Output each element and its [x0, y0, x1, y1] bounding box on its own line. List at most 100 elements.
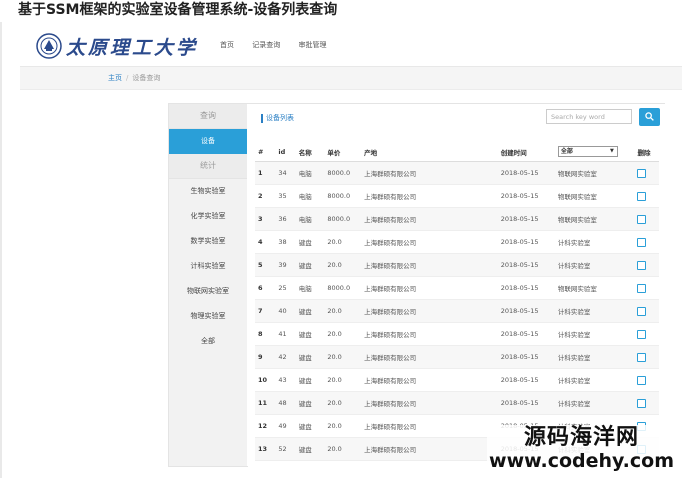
sidebar-header-stats: 统计 — [169, 154, 247, 179]
page-heading: 基于SSM框架的实验室设备管理系统-设备列表查询 — [18, 2, 338, 18]
university-emblem-icon — [36, 33, 62, 59]
sidebar-item-biology-lab[interactable]: 生物实验室 — [169, 179, 247, 204]
dropdown-arrow-icon: ▼ — [610, 148, 614, 154]
delete-checkbox[interactable] — [637, 214, 647, 224]
cell-origin: 上海群硕有限公司 — [361, 368, 498, 392]
cell-lab: 物联网实验室 — [554, 276, 635, 300]
cell-price: 20.0 — [324, 368, 362, 392]
cell-price: 8000.0 — [324, 184, 362, 208]
sidebar-item-physics-lab[interactable]: 物理实验室 — [169, 304, 247, 329]
cell-id: 39 — [275, 253, 296, 277]
delete-checkbox[interactable] — [637, 283, 647, 293]
cell-price: 20.0 — [324, 437, 362, 461]
nav-record-query[interactable]: 记录查询 — [252, 41, 280, 49]
cell-created: 2018-05-15 — [497, 322, 555, 346]
sidebar-item-chemistry-lab[interactable]: 化学实验室 — [169, 204, 247, 229]
cell-lab: 计科实验室 — [554, 253, 635, 277]
delete-checkbox[interactable] — [637, 168, 647, 178]
cell-created: 2018-05-15 — [497, 276, 555, 300]
cell-price: 20.0 — [324, 299, 362, 323]
cell-price: 8000.0 — [324, 161, 362, 185]
cell-price: 20.0 — [324, 345, 362, 369]
cell-name: 键盘 — [295, 345, 325, 369]
cell-index: 7 — [255, 299, 276, 323]
cell-name: 键盘 — [295, 253, 325, 277]
cell-id: 41 — [275, 322, 296, 346]
cell-delete — [634, 184, 659, 208]
cell-price: 8000.0 — [324, 276, 362, 300]
cell-id: 48 — [275, 391, 296, 415]
cell-index: 13 — [255, 437, 276, 461]
cell-origin: 上海群硕有限公司 — [361, 276, 498, 300]
delete-checkbox[interactable] — [637, 237, 647, 247]
breadcrumb-separator: / — [126, 74, 129, 82]
cell-id: 49 — [275, 414, 296, 438]
table-row: 7 40 键盘 20.0 上海群硕有限公司 2018-05-15 计科实验室 — [255, 299, 659, 323]
table-row: 9 42 键盘 20.0 上海群硕有限公司 2018-05-15 计科实验室 — [255, 345, 659, 369]
lab-filter-select[interactable]: 全部 ▼ — [557, 146, 618, 157]
col-lab: 全部 ▼ — [554, 142, 635, 162]
lab-filter-value: 全部 — [560, 148, 573, 155]
sidebar: 查询 设备 统计 生物实验室 化学实验室 数学实验室 计科实验室 物联网实验室 … — [168, 103, 248, 467]
cell-id: 36 — [275, 207, 296, 231]
col-origin: 产地 — [361, 142, 498, 162]
cell-origin: 上海群硕有限公司 — [361, 230, 498, 254]
sidebar-item-equipment[interactable]: 设备 — [169, 129, 247, 154]
cell-name: 键盘 — [295, 414, 325, 438]
watermark-url: www.codehy.com — [489, 450, 674, 472]
sidebar-item-all[interactable]: 全部 — [169, 329, 247, 354]
top-nav: 首页 记录查询 审批管理 — [220, 40, 342, 50]
cell-created: 2018-05-15 — [497, 230, 555, 254]
cell-lab: 物联网实验室 — [554, 161, 635, 185]
cell-delete — [634, 230, 659, 254]
cell-delete — [634, 207, 659, 231]
table-row: 8 41 键盘 20.0 上海群硕有限公司 2018-05-15 计科实验室 — [255, 322, 659, 346]
nav-home[interactable]: 首页 — [220, 41, 234, 49]
sidebar-item-cs-lab[interactable]: 计科实验室 — [169, 254, 247, 279]
cell-name: 键盘 — [295, 230, 325, 254]
delete-checkbox[interactable] — [637, 306, 647, 316]
cell-origin: 上海群硕有限公司 — [361, 345, 498, 369]
col-delete: 删除 — [634, 142, 659, 162]
cell-name: 键盘 — [295, 391, 325, 415]
nav-approval[interactable]: 审批管理 — [298, 41, 326, 49]
delete-checkbox[interactable] — [637, 260, 647, 270]
equipment-table: # id 名称 单价 产地 创建时间 全部 ▼ 删除 1 34 电脑 8000.0 上海群… — [255, 142, 659, 461]
delete-checkbox[interactable] — [637, 398, 647, 408]
breadcrumb-current: 设备查询 — [132, 74, 161, 82]
cell-lab: 计科实验室 — [554, 391, 635, 415]
search-input[interactable] — [546, 109, 632, 124]
sidebar-item-math-lab[interactable]: 数学实验室 — [169, 229, 247, 254]
cell-index: 11 — [255, 391, 276, 415]
cell-created: 2018-05-15 — [497, 345, 555, 369]
cell-name: 电脑 — [295, 207, 325, 231]
cell-lab: 计科实验室 — [554, 230, 635, 254]
search-icon — [645, 112, 654, 121]
cell-delete — [634, 299, 659, 323]
cell-index: 3 — [255, 207, 276, 231]
search-button[interactable] — [639, 108, 660, 126]
col-created: 创建时间 — [497, 142, 555, 162]
delete-checkbox[interactable] — [637, 191, 647, 201]
page-left-rule — [0, 22, 2, 478]
delete-checkbox[interactable] — [637, 375, 647, 385]
cell-price: 20.0 — [324, 253, 362, 277]
cell-origin: 上海群硕有限公司 — [361, 322, 498, 346]
table-row: 3 36 电脑 8000.0 上海群硕有限公司 2018-05-15 物联网实验室 — [255, 207, 659, 231]
cell-name: 键盘 — [295, 322, 325, 346]
delete-checkbox[interactable] — [637, 352, 647, 362]
cell-delete — [634, 345, 659, 369]
table-header-row: # id 名称 单价 产地 创建时间 全部 ▼ 删除 — [255, 142, 659, 162]
cell-index: 6 — [255, 276, 276, 300]
cell-name: 电脑 — [295, 161, 325, 185]
delete-checkbox[interactable] — [637, 329, 647, 339]
sidebar-item-iot-lab[interactable]: 物联网实验室 — [169, 279, 247, 304]
breadcrumb-home[interactable]: 主页 — [108, 74, 122, 82]
university-logo[interactable]: 太原理工大学 — [36, 32, 196, 60]
cell-delete — [634, 276, 659, 300]
cell-origin: 上海群硕有限公司 — [361, 437, 498, 461]
cell-created: 2018-05-15 — [497, 184, 555, 208]
cell-index: 1 — [255, 161, 276, 185]
cell-origin: 上海群硕有限公司 — [361, 184, 498, 208]
main-panel: 设备列表 # id 名称 单价 产地 创建时间 全部▼ 删除 134电脑8000… — [247, 103, 665, 466]
